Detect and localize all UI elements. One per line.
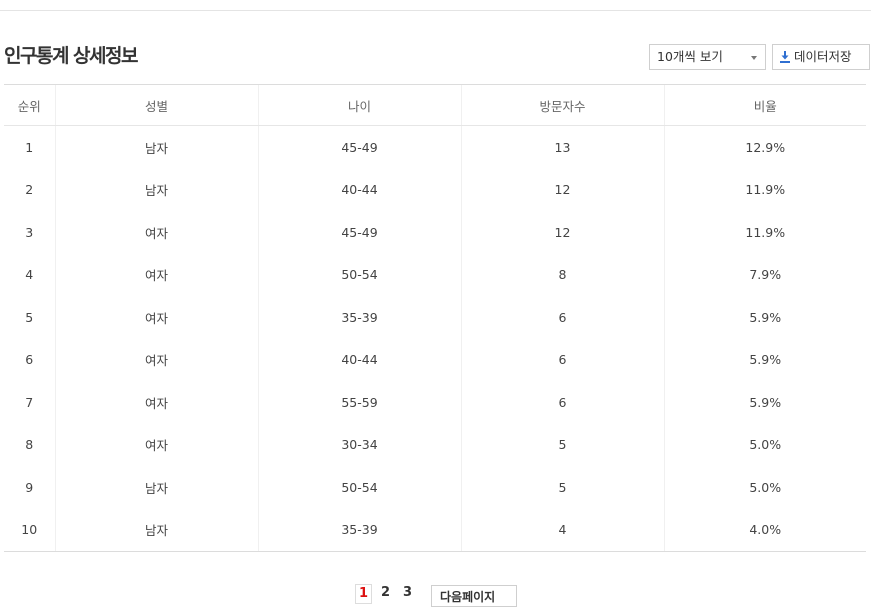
cell-visitors: 12 xyxy=(460,211,664,254)
column-header-visitors[interactable]: 방문자수 xyxy=(460,84,664,126)
cell-gender: 남자 xyxy=(54,125,258,169)
cell-gender: 여자 xyxy=(54,211,258,254)
cell-gender: 여자 xyxy=(54,253,258,296)
column-header-rank[interactable]: 순위 xyxy=(4,84,55,126)
table-row: 10 남자 35-39 4 4.0% xyxy=(4,508,866,552)
cell-gender: 남자 xyxy=(54,466,258,509)
cell-age: 55-59 xyxy=(257,381,461,424)
cell-age: 50-54 xyxy=(257,253,461,296)
cell-rank: 4 xyxy=(25,267,34,283)
page-title: 인구통계 상세정보 xyxy=(4,45,138,67)
cell-rank: 6 xyxy=(25,352,34,368)
column-header-gender[interactable]: 성별 xyxy=(54,84,258,126)
cell-ratio: 7.9% xyxy=(663,253,866,296)
cell-ratio: 5.9% xyxy=(663,381,866,424)
cell-visitors: 5 xyxy=(460,423,664,466)
cell-ratio: 4.0% xyxy=(663,508,866,552)
cell-rank: 9 xyxy=(25,479,34,495)
cell-age: 50-54 xyxy=(257,466,461,509)
cell-visitors: 13 xyxy=(460,125,664,169)
top-divider xyxy=(0,10,871,11)
table-row: 8 여자 30-34 5 5.0% xyxy=(4,423,866,466)
cell-ratio: 5.0% xyxy=(663,466,866,509)
column-header-ratio[interactable]: 비율 xyxy=(663,84,866,126)
chevron-down-icon xyxy=(751,56,757,60)
cell-visitors: 6 xyxy=(460,381,664,424)
table-header-row: 순위 성별 나이 방문자수 비율 xyxy=(4,84,866,126)
table-row: 9 남자 50-54 5 5.0% xyxy=(4,466,866,509)
cell-visitors: 5 xyxy=(460,466,664,509)
cell-gender: 남자 xyxy=(54,168,258,211)
table-row: 2 남자 40-44 12 11.9% xyxy=(4,168,866,211)
cell-age: 45-49 xyxy=(257,125,461,169)
cell-visitors: 6 xyxy=(460,338,664,381)
download-data-button[interactable]: 데이터저장 xyxy=(772,44,870,70)
page-link-2[interactable]: 2 xyxy=(381,585,390,600)
cell-age: 35-39 xyxy=(257,296,461,339)
table-row: 3 여자 45-49 12 11.9% xyxy=(4,211,866,254)
table-row: 6 여자 40-44 6 5.9% xyxy=(4,338,866,381)
download-icon xyxy=(780,51,790,63)
cell-ratio: 5.9% xyxy=(663,338,866,381)
page-link-1[interactable]: 1 xyxy=(355,584,373,604)
cell-ratio: 5.0% xyxy=(663,423,866,466)
column-header-age[interactable]: 나이 xyxy=(257,84,461,126)
cell-age: 45-49 xyxy=(257,211,461,254)
table-row: 4 여자 50-54 8 7.9% xyxy=(4,253,866,296)
cell-visitors: 8 xyxy=(460,253,664,296)
demographics-table: 순위 성별 나이 방문자수 비율 1 남자 45-49 13 12.9% 2 남… xyxy=(4,84,866,552)
cell-rank: 7 xyxy=(25,394,34,410)
cell-age: 35-39 xyxy=(257,508,461,552)
cell-rank: 3 xyxy=(25,224,34,240)
cell-gender: 여자 xyxy=(54,423,258,466)
cell-ratio: 5.9% xyxy=(663,296,866,339)
table-row: 1 남자 45-49 13 12.9% xyxy=(4,125,866,169)
cell-gender: 여자 xyxy=(54,296,258,339)
cell-gender: 여자 xyxy=(54,338,258,381)
page-size-value: 10개씩 보기 xyxy=(657,49,723,64)
next-page-button[interactable]: 다음페이지 xyxy=(431,585,517,607)
page-link-3[interactable]: 3 xyxy=(403,585,412,600)
cell-ratio: 11.9% xyxy=(663,168,866,211)
cell-gender: 남자 xyxy=(54,508,258,552)
cell-age: 30-34 xyxy=(257,423,461,466)
cell-rank: 2 xyxy=(25,182,34,198)
cell-visitors: 4 xyxy=(460,508,664,552)
cell-rank: 1 xyxy=(25,139,34,155)
cell-visitors: 12 xyxy=(460,168,664,211)
cell-gender: 여자 xyxy=(54,381,258,424)
cell-ratio: 12.9% xyxy=(663,125,866,169)
cell-visitors: 6 xyxy=(460,296,664,339)
cell-rank: 10 xyxy=(4,508,55,552)
cell-rank: 8 xyxy=(25,437,34,453)
cell-rank: 5 xyxy=(25,309,34,325)
download-label: 데이터저장 xyxy=(794,49,852,64)
table-row: 7 여자 55-59 6 5.9% xyxy=(4,381,866,424)
table-row: 5 여자 35-39 6 5.9% xyxy=(4,296,866,339)
cell-age: 40-44 xyxy=(257,168,461,211)
cell-ratio: 11.9% xyxy=(663,211,866,254)
cell-age: 40-44 xyxy=(257,338,461,381)
page-size-select[interactable]: 10개씩 보기 xyxy=(649,44,766,70)
